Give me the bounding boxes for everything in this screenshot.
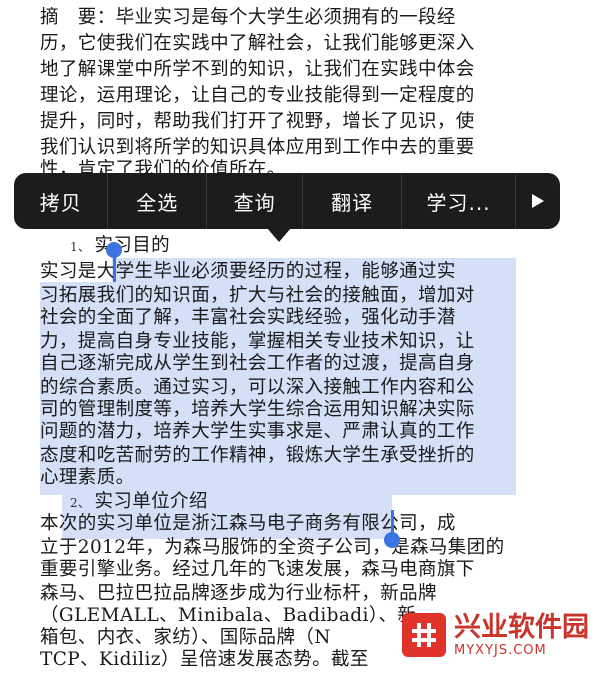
body-line[interactable]: 问题的潜力，培养大学生实事求是、严肃认真的工作 xyxy=(40,420,475,446)
copy-menu-item[interactable]: 拷贝 xyxy=(14,173,109,229)
lookup-menu-item[interactable]: 查询 xyxy=(207,173,304,229)
body-line[interactable]: TCP、Kidiliz）呈倍速发展态势。截至 xyxy=(40,648,369,674)
more-menu-button[interactable] xyxy=(516,173,560,229)
body-line[interactable]: 自己逐渐完成从学生到社会工作者的过渡，提高自身 xyxy=(40,352,475,378)
abstract-line: 历，它使我们在实践中了解社会，让我们能够更深入 xyxy=(40,33,475,54)
body-line[interactable]: 心理素质。 xyxy=(40,466,135,492)
watermark-logo xyxy=(402,613,446,657)
learn-menu-item[interactable]: 学习... xyxy=(402,173,517,229)
menu-pointer xyxy=(267,228,291,242)
document-page: 摘 要：毕业实习是每个大学生必须拥有的一段经 历，它使我们在实践中了解社会，让我… xyxy=(0,0,604,672)
section-number: 1、 xyxy=(70,240,91,254)
play-triangle-icon xyxy=(532,194,545,208)
site-watermark: 兴业软件园 MYXYJS.COM xyxy=(402,606,598,664)
abstract-line: 提升，同时，帮助我们打开了视野，增长了见识，使 xyxy=(40,111,475,132)
watermark-title: 兴业软件园 xyxy=(454,611,589,643)
abstract-line: 理论，运用理论，让自己的专业技能得到一定程度的 xyxy=(40,85,475,106)
section-number: 2、 xyxy=(70,496,91,510)
select-all-menu-item[interactable]: 全选 xyxy=(108,173,207,229)
text-selection-menu: 拷贝 全选 查询 翻译 学习... xyxy=(14,173,560,229)
body-line[interactable]: 重要引擎业务。经过几年的飞速发展，森马电商旗下 xyxy=(40,558,475,584)
selection-start-caret[interactable] xyxy=(113,252,116,282)
body-line[interactable]: 社会的全面了解，丰富社会实践经验，强化动手潜 xyxy=(40,306,456,332)
selection-end-handle[interactable] xyxy=(384,532,400,548)
hash-grid-icon xyxy=(412,623,436,647)
section-title: 实习单位介绍 xyxy=(94,491,208,512)
body-line[interactable]: 实习是大学生毕业必须要经历的过程，能够通过实 xyxy=(40,260,456,286)
abstract-line: 摘 要：毕业实习是每个大学生必须拥有的一段经 xyxy=(40,7,456,28)
translate-menu-item[interactable]: 翻译 xyxy=(303,173,402,229)
abstract-line: 地了解课堂中所学不到的知识，让我们在实践中体会 xyxy=(40,59,475,80)
watermark-url: MYXYJS.COM xyxy=(454,642,547,658)
